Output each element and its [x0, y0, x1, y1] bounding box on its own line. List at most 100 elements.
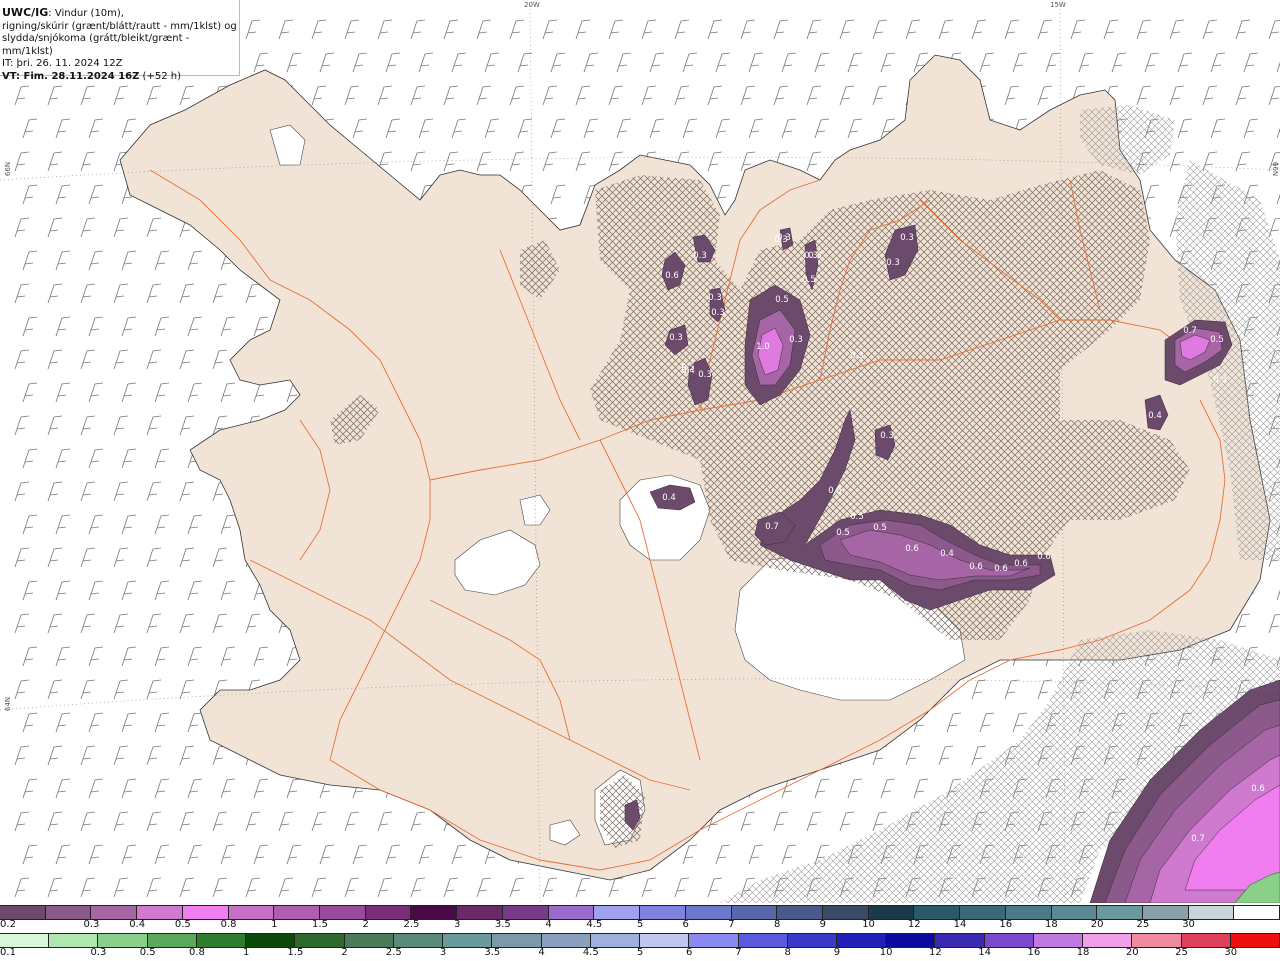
snow-tick-label: 2.5	[403, 919, 420, 930]
rain-tick-label: 0.3	[90, 947, 107, 958]
lon-label-20w: 20W	[524, 1, 540, 9]
precip-value-label: 0.5	[873, 523, 887, 533]
rain-swatch	[787, 934, 837, 947]
title-line1: : Vindur (10m),	[48, 8, 124, 19]
snow-color-bar	[0, 905, 1280, 920]
snow-tick-label: 0.8	[220, 919, 237, 930]
snow-swatch	[548, 906, 595, 919]
precip-value-label: 0.7	[765, 522, 779, 532]
precip-value-label: 0.5	[850, 512, 864, 522]
snow-swatch	[45, 906, 92, 919]
snow-swatch	[502, 906, 549, 919]
rain-color-bar	[0, 933, 1280, 948]
snow-tick-label: 0.4	[129, 919, 146, 930]
lon-label-15w: 15W	[1050, 1, 1066, 9]
snow-swatch	[1142, 906, 1189, 919]
rain-swatch	[590, 934, 641, 947]
init-time: IT: þri. 26. 11. 2024 12Z	[2, 58, 123, 69]
snow-swatch	[685, 906, 732, 919]
rain-tick-label: 2.5	[385, 947, 402, 958]
snow-swatch	[0, 906, 46, 919]
rain-swatch	[443, 934, 493, 947]
rain-tick-label: 0.1	[0, 947, 16, 958]
snow-tick-label: 3.5	[494, 919, 511, 930]
snow-tick-label: 12	[907, 919, 921, 930]
rain-swatch	[196, 934, 247, 947]
rain-swatch	[1083, 934, 1133, 947]
rain-tick-label: 4	[538, 947, 545, 958]
title-line2: rigning/skúrir (grænt/blátt/rautt - mm/1…	[2, 20, 237, 32]
precip-value-label: 0.3	[708, 293, 722, 303]
lat-label-66n-right: 66N	[1271, 161, 1280, 177]
rain-swatch	[1181, 934, 1231, 947]
precip-value-label: 0.3	[789, 335, 803, 345]
snow-tick-label: 4	[545, 919, 552, 930]
rain-swatch	[935, 934, 985, 947]
rain-tick-label: 9	[833, 947, 841, 958]
snow-swatch	[777, 906, 823, 919]
precip-value-label: 0.7	[1191, 834, 1205, 844]
rain-tick-label: 10	[879, 947, 893, 958]
precip-value-label: 0.4	[681, 366, 695, 376]
precip-value-label: 0.5	[836, 528, 850, 538]
snow-tick-label: 14	[953, 919, 967, 930]
weather-map: 0.30.60.30.30.3 0.50.30.30.51.00.30.30.30…	[0, 0, 1280, 903]
snow-swatch	[137, 906, 183, 919]
rain-tick-label: 1.5	[287, 947, 304, 958]
precip-value-label: 0.6	[1014, 559, 1028, 569]
snow-tick-label: 8	[773, 919, 781, 930]
precip-value-label: 0.3	[1213, 375, 1227, 385]
model-name: UWC/IG	[2, 6, 49, 19]
rain-swatch	[541, 934, 591, 947]
snow-swatch	[228, 906, 275, 919]
rain-tick-label: 20	[1125, 947, 1139, 958]
valid-offset: (+52 h)	[139, 70, 181, 82]
lat-label-64n-left: 64N	[4, 696, 13, 712]
snow-tick-label: 4.5	[586, 919, 603, 930]
rain-tick-label: 0.5	[139, 947, 156, 958]
rain-swatch	[689, 934, 739, 947]
snow-swatch	[731, 906, 778, 919]
rain-tick-label: 0.8	[188, 947, 205, 958]
title-line3: slydda/snjókoma (grátt/bleikt/grænt - mm…	[2, 33, 190, 57]
rain-swatch	[147, 934, 197, 947]
rain-tick-label: 1	[242, 947, 250, 958]
precip-value-label: 0.3	[669, 333, 683, 343]
rain-swatch	[1033, 934, 1084, 947]
snow-swatch	[594, 906, 641, 919]
snow-tick-label: 25	[1136, 919, 1150, 930]
precip-value-label: 0.3	[774, 235, 788, 245]
rain-tick-label: 8	[784, 947, 791, 958]
precip-value-label: 0.4	[662, 493, 676, 503]
map-info-box: UWC/IG: Vindur (10m), rigning/skúrir (gr…	[0, 0, 240, 82]
rain-tick-label: 3.5	[484, 947, 501, 958]
snow-swatch	[1051, 906, 1098, 919]
snow-swatch	[91, 906, 138, 919]
rain-tick-labels: 0.1 0.3 0.5 0.8 1 1.5 2 2.5 3 3.5 4 4.5 5 6 7 8 9 10 12 14 1…	[0, 947, 1280, 961]
rain-swatch	[49, 934, 99, 947]
rain-swatch	[246, 934, 296, 947]
snow-tick-label: 1	[271, 919, 278, 930]
precip-value-label: 0.4	[940, 549, 954, 559]
precip-value-label: 0.4	[1148, 411, 1162, 421]
precip-value-label: 0.3	[698, 370, 712, 380]
snow-swatch	[365, 906, 412, 919]
snow-swatch	[822, 906, 869, 919]
snow-swatch	[411, 906, 458, 919]
snow-tick-label: 3	[453, 919, 461, 930]
snow-tick-label: 9	[819, 919, 827, 930]
snow-swatch	[320, 906, 366, 919]
precip-value-label: 0.3	[808, 251, 822, 261]
precip-value-label: 0.5	[828, 486, 842, 496]
snow-tick-label: 20	[1090, 919, 1104, 930]
precip-value-label: 0.5	[802, 275, 816, 285]
snow-tick-label: 7	[728, 919, 735, 930]
snow-swatch	[1188, 906, 1235, 919]
rain-tick-label: 4.5	[582, 947, 599, 958]
precip-value-label: 0.3	[850, 351, 864, 361]
snow-swatch	[457, 906, 503, 919]
rain-swatch	[0, 934, 50, 947]
rain-swatch	[295, 934, 345, 947]
snow-tick-label: 5	[636, 919, 644, 930]
lat-label-66n-left: 66N	[4, 161, 13, 177]
